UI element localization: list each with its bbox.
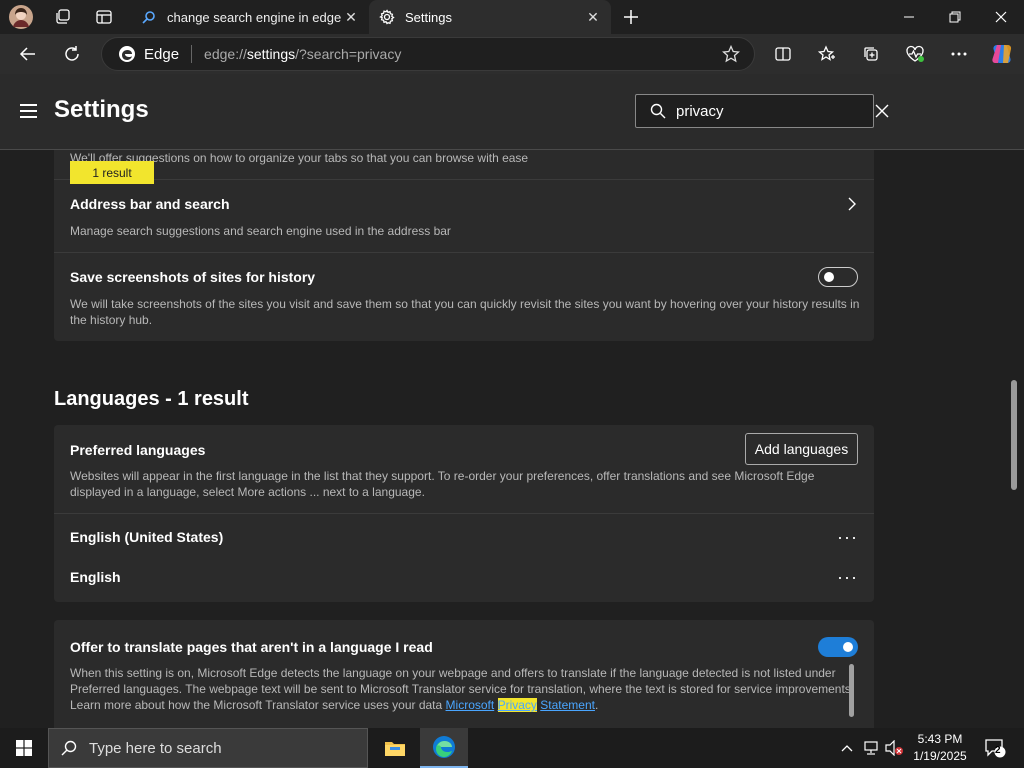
vertical-tabs-icon[interactable] [91, 4, 117, 30]
language-name: English [70, 569, 121, 585]
tab-search-result[interactable]: change search engine in edge - S ✕ [131, 0, 369, 34]
chevron-up-icon[interactable] [837, 738, 857, 758]
settings-content: We'll offer suggestions on how to organi… [0, 150, 1024, 728]
minimize-button[interactable] [886, 0, 932, 34]
browser-toolbar: Edge edge://settings/?search=privacy [0, 34, 1024, 74]
address-bar[interactable]: Edge edge://settings/?search=privacy [101, 37, 755, 71]
windows-start-icon[interactable] [0, 728, 48, 768]
translate-card: Offer to translate pages that aren't in … [54, 620, 874, 728]
search-input[interactable] [676, 102, 875, 120]
notifications-icon[interactable]: 2 [982, 738, 1008, 758]
copilot-icon[interactable] [986, 39, 1018, 69]
settings-search-box[interactable] [635, 94, 889, 128]
collections-icon[interactable] [855, 39, 887, 69]
system-clock[interactable]: 5:43 PM 1/19/2025 [905, 731, 975, 765]
new-tab-icon[interactable] [618, 4, 644, 30]
inner-scrollbar[interactable] [849, 664, 854, 717]
close-icon[interactable]: ✕ [583, 7, 603, 27]
period: . [594, 698, 599, 712]
truncated-description: We'll offer suggestions on how to organi… [70, 151, 529, 165]
preferred-languages-description: Websites will appear in the first langua… [70, 469, 815, 499]
preferred-languages-title: Preferred languages [70, 442, 206, 458]
tabs-settings-card: We'll offer suggestions on how to organi… [54, 150, 874, 341]
url-host: settings [246, 46, 296, 62]
close-icon[interactable]: ✕ [341, 7, 361, 27]
favorites-icon[interactable] [811, 39, 843, 69]
gear-icon [379, 9, 395, 25]
language-item: English (United States) ··· [54, 514, 874, 558]
preferred-languages-card: Preferred languages Add languages Websit… [54, 425, 874, 602]
taskbar-search[interactable]: Type here to search [48, 728, 368, 768]
clock-time: 5:43 PM [917, 732, 963, 746]
url-prefix: edge:// [204, 46, 247, 62]
tab-settings[interactable]: Settings ✕ [369, 0, 611, 34]
settings-header: Settings [0, 74, 1024, 150]
result-count-badge: 1 result [70, 161, 154, 184]
close-window-button[interactable] [978, 0, 1024, 34]
favorite-star-icon[interactable] [721, 44, 741, 68]
back-button[interactable] [12, 39, 44, 69]
edge-label: Edge [144, 45, 180, 63]
translate-title: Offer to translate pages that aren't in … [70, 639, 433, 655]
split-screen-icon[interactable] [767, 39, 799, 69]
language-item: English ··· [54, 558, 874, 602]
privacy-link-part2[interactable]: Statement [540, 698, 595, 712]
address-separator [191, 45, 193, 63]
edge-badge: Edge [118, 45, 179, 63]
profile-avatar[interactable] [8, 4, 34, 30]
volume-muted-icon[interactable] [884, 738, 904, 758]
url-rest: /?search=privacy [295, 46, 402, 62]
divider [54, 252, 874, 253]
more-actions-icon[interactable]: ··· [837, 568, 858, 586]
screenshots-description: We will take screenshots of the sites yo… [70, 297, 860, 327]
languages-heading: Languages - 1 result [54, 388, 249, 410]
clear-search-icon[interactable] [875, 104, 889, 118]
address-bar-setting-row[interactable]: Address bar and search Manage search sug… [54, 180, 874, 252]
edge-taskbar-icon[interactable] [420, 728, 468, 768]
file-explorer-icon[interactable] [371, 728, 419, 768]
screenshots-toggle[interactable] [818, 267, 858, 287]
more-menu-icon[interactable] [943, 39, 975, 69]
menu-icon[interactable] [20, 100, 42, 122]
translate-description: When this setting is on, Microsoft Edge … [70, 665, 856, 713]
search-icon [141, 9, 157, 25]
clock-date: 1/19/2025 [913, 749, 967, 763]
browser-essentials-icon[interactable] [899, 39, 931, 69]
chevron-right-icon [848, 197, 856, 216]
notification-count: 2 [995, 745, 1001, 756]
edge-logo-icon [119, 46, 135, 62]
translate-toggle[interactable] [818, 637, 858, 657]
tab-strip: change search engine in edge - S ✕ Setti… [0, 0, 1024, 34]
page-scrollbar[interactable] [1011, 380, 1017, 490]
url-text: edge://settings/?search=privacy [204, 46, 401, 62]
refresh-button[interactable] [56, 39, 88, 69]
add-languages-button[interactable]: Add languages [745, 433, 858, 465]
more-actions-icon[interactable]: ··· [837, 528, 858, 546]
address-bar-description: Manage search suggestions and search eng… [70, 224, 451, 238]
privacy-link-part1[interactable]: Microsoft [446, 698, 495, 712]
search-icon [61, 740, 77, 756]
privacy-link-highlight[interactable]: Privacy [497, 698, 537, 712]
screenshots-title: Save screenshots of sites for history [70, 269, 316, 285]
taskbar-search-placeholder: Type here to search [89, 739, 222, 757]
tab-title: Settings [405, 9, 452, 25]
search-icon [650, 103, 666, 119]
workspaces-icon[interactable] [50, 4, 76, 30]
restore-button[interactable] [932, 0, 978, 34]
taskbar: Type here to search 5:43 PM 1/19/2025 2 [0, 728, 1024, 768]
network-icon[interactable] [861, 738, 881, 758]
address-bar-title: Address bar and search [70, 196, 230, 212]
page-title: Settings [54, 96, 149, 123]
language-name: English (United States) [70, 529, 224, 545]
tab-title: change search engine in edge - S [167, 9, 341, 25]
